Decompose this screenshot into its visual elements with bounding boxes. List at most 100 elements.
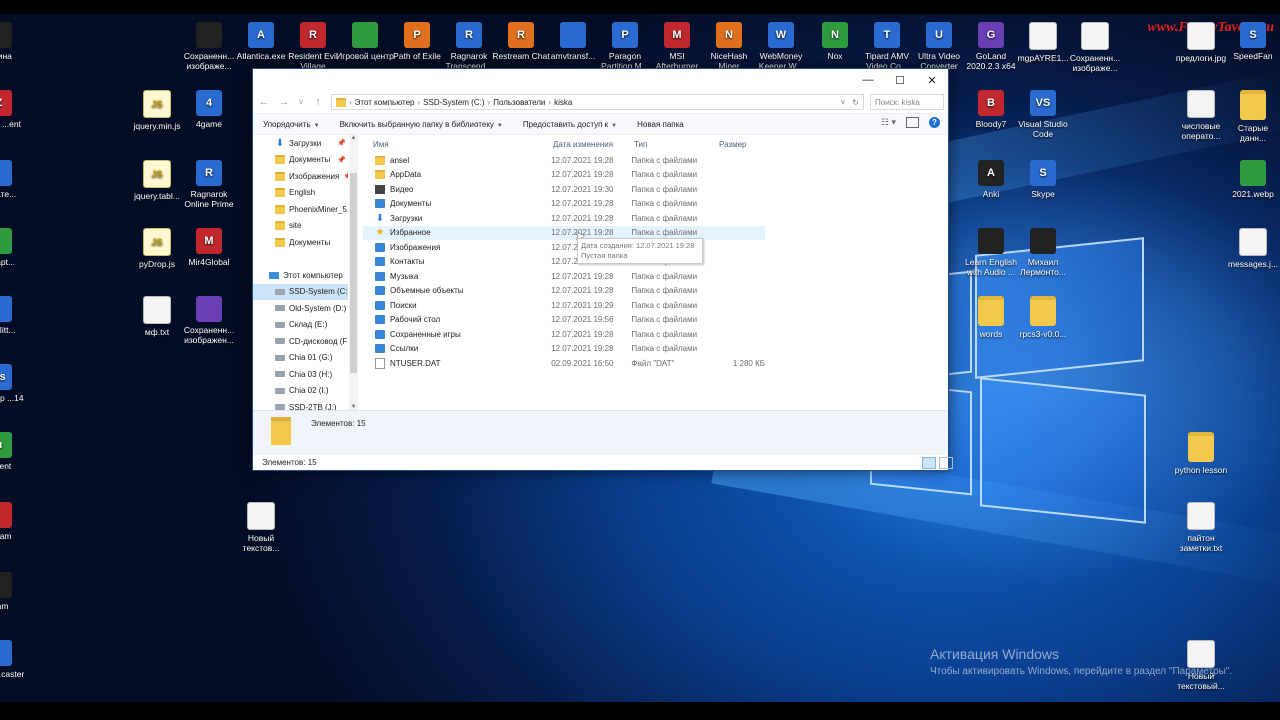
include-library-menu[interactable]: Включить выбранную папку в библиотеку ▼ <box>340 120 503 129</box>
desktop-icon[interactable]: ...plit ...caster <box>0 640 28 679</box>
file-row[interactable]: ★ Избранное 12.07.2021 19:28 Папка с файлам… <box>363 225 765 240</box>
column-name[interactable]: Имя <box>363 140 553 149</box>
desktop-icon[interactable]: M MSI Afterburner <box>648 22 706 71</box>
desktop-icon[interactable]: R Restream Chat <box>492 22 550 61</box>
title-bar[interactable]: — ☐ ✕ <box>253 69 948 91</box>
large-icons-view-icon[interactable] <box>939 457 953 469</box>
nav-item[interactable]: Old-System (D:) <box>253 300 348 317</box>
desktop-icon[interactable]: G GoLand 2020.2.3 x64 <box>962 22 1020 71</box>
file-row[interactable]: Ссылки 12.07.2021 19:28 Папка с файлами <box>363 342 765 357</box>
desktop-icon[interactable]: Игровой центр <box>336 22 394 61</box>
desktop-icon[interactable]: S Skype <box>1014 160 1072 199</box>
desktop-icon[interactable]: python lesson <box>1172 432 1230 475</box>
desktop-icon[interactable]: B Bloody7 <box>962 90 1020 129</box>
desktop-icon[interactable]: JS jquery.tabl... <box>128 160 186 201</box>
file-explorer-window[interactable]: — ☐ ✕ ← → ˅ ↑ › Этот компьютер › SSD-Sys… <box>252 68 953 471</box>
desktop-icon[interactable]: ...Мате... <box>0 160 28 199</box>
desktop-icon[interactable]: messages.j... <box>1224 228 1280 269</box>
organize-menu[interactable]: Упорядочить ▼ <box>263 120 320 129</box>
file-row[interactable]: Рабочий стол 12.07.2021 19:56 Папка с файл… <box>363 313 765 328</box>
column-date[interactable]: Дата изменения <box>553 140 634 149</box>
refresh-icon[interactable]: ↻ <box>852 98 859 107</box>
file-row[interactable]: Музыка 12.07.2021 19:28 Папка с файлами <box>363 269 765 284</box>
change-view-icon[interactable]: ☷ ▾ <box>881 117 896 128</box>
nav-scrollbar[interactable]: ▲ ▼ <box>349 135 358 410</box>
breadcrumb-item[interactable]: SSD-System (C:) <box>423 98 484 107</box>
nav-item[interactable]: Этот компьютер <box>253 267 348 284</box>
desktop-icon[interactable]: числовые операто... <box>1172 90 1230 141</box>
desktop-icon[interactable]: T Tipard AMV Video Co... <box>858 22 916 71</box>
desktop-icon[interactable]: A Atlantica.exe <box>232 22 290 61</box>
desktop-icon[interactable]: ...am <box>0 572 28 611</box>
desktop-icon[interactable]: N Nox <box>806 22 864 61</box>
file-row[interactable]: ansel 12.07.2021 19:28 Папка с файлами <box>363 153 765 168</box>
nav-item[interactable]: English <box>253 185 348 202</box>
desktop-icon[interactable]: P Paragon Partition M... <box>596 22 654 71</box>
file-row[interactable]: AppData 12.07.2021 19:28 Папка с файлами <box>363 168 765 183</box>
nav-item[interactable]: Документы <box>253 234 348 251</box>
desktop-icon[interactable]: amvtransf... <box>544 22 602 61</box>
desktop-icon[interactable]: Learn English with Audio ... <box>962 228 1020 277</box>
nav-item[interactable]: Chia 03 (H:) <box>253 366 348 383</box>
file-row[interactable]: ⬇ Загрузки 12.07.2021 19:28 Папка с файлами <box>363 211 765 226</box>
desktop-icon[interactable]: W WebMoney Keeper W... <box>752 22 810 71</box>
desktop-icon[interactable]: Ps ...oshop ...14 <box>0 364 28 403</box>
nav-item[interactable]: site <box>253 218 348 235</box>
search-input[interactable]: Поиск: kiska <box>870 94 944 110</box>
file-row[interactable]: Сохраненные игры 12.07.2021 19:28 Папка с … <box>363 327 765 342</box>
desktop-icon[interactable]: Сохраненн... изображе... <box>180 22 238 71</box>
file-row[interactable]: Объемные объекты 12.07.2021 19:28 Папка с … <box>363 284 765 299</box>
file-row[interactable]: Документы 12.07.2021 19:28 Папка с файлами <box>363 197 765 212</box>
close-button[interactable]: ✕ <box>916 69 948 91</box>
desktop-icon[interactable]: U Ultra Video Converter <box>910 22 968 71</box>
details-view-icon[interactable] <box>922 457 936 469</box>
file-row[interactable]: Изображения12.07.2021 19:28Папка с файла… <box>363 240 765 255</box>
nav-item[interactable]: ⬇ Загрузки 📌 <box>253 135 348 152</box>
desktop-icon[interactable]: P Path of Exile <box>388 22 446 61</box>
desktop-icon[interactable]: A Anki <box>962 160 1020 199</box>
nav-item[interactable]: PhoenixMiner_5. <box>253 201 348 218</box>
back-arrow-icon[interactable]: ← <box>257 96 271 108</box>
desktop-icon[interactable]: Сохраненн... изображе... <box>1066 22 1124 73</box>
desktop-icon[interactable]: M Mir4Global <box>180 228 238 267</box>
desktop-icon[interactable]: R Ragnarok Online Prime <box>180 160 238 209</box>
desktop-icon[interactable]: JS jquery.min.js <box>128 90 186 131</box>
desktop-icon[interactable]: ...Capt... <box>0 228 28 267</box>
desktop-icon[interactable]: VS Visual Studio Code <box>1014 90 1072 139</box>
column-size[interactable]: Размер <box>719 140 769 149</box>
desktop-icon[interactable]: Сохраненн... изображен... <box>180 296 238 345</box>
chevron-down-icon[interactable]: ˅ <box>841 98 846 107</box>
breadcrumb-item[interactable]: Этот компьютер <box>355 98 415 107</box>
help-icon[interactable]: ? <box>929 117 940 128</box>
desktop-icon[interactable]: rpcs3-v0.0... <box>1014 296 1072 339</box>
column-type[interactable]: Тип <box>634 140 719 149</box>
scrollbar-thumb[interactable] <box>350 173 357 373</box>
desktop-icon[interactable]: Z ...Zilla ...ent <box>0 90 28 129</box>
preview-pane-icon[interactable] <box>906 117 919 128</box>
desktop-icon[interactable]: предлоги.jpg <box>1172 22 1230 63</box>
desktop-icon[interactable]: ...вина <box>0 22 28 61</box>
desktop-icon[interactable]: мф.txt <box>128 296 186 337</box>
recent-locations-icon[interactable]: ˅ <box>297 97 305 107</box>
nav-item[interactable]: Chia 01 (G:) <box>253 350 348 367</box>
desktop-icon[interactable]: R Resident Evil Village <box>284 22 342 71</box>
desktop-icon[interactable]: mgpAYRE1... <box>1014 22 1072 63</box>
desktop-icon[interactable]: 4 4game <box>180 90 238 129</box>
desktop-icon[interactable]: ...icam <box>0 502 28 541</box>
up-arrow-icon[interactable]: ↑ <box>311 96 325 108</box>
desktop-icon[interactable]: Старые данн... <box>1224 90 1280 143</box>
forward-arrow-icon[interactable]: → <box>277 96 291 108</box>
breadcrumb-item[interactable]: kiska <box>554 98 572 107</box>
desktop-icon[interactable]: R Ragnarok Transcend... <box>440 22 498 71</box>
desktop-icon[interactable]: N NiceHash Miner <box>700 22 758 71</box>
file-row[interactable]: Видео 12.07.2021 19:30 Папка с файлами <box>363 182 765 197</box>
file-row[interactable]: Поиски 12.07.2021 19:29 Папка с файлами <box>363 298 765 313</box>
new-folder-button[interactable]: Новая папка <box>637 120 684 129</box>
desktop-icon[interactable]: JS pyDrop.js <box>128 228 186 269</box>
desktop-icon[interactable]: 2021.webp <box>1224 160 1280 199</box>
nav-item[interactable]: Изображения 📌 <box>253 168 348 185</box>
desktop-icon[interactable]: Новый текстов... <box>232 502 290 553</box>
desktop-icon[interactable]: S SpeedFan <box>1224 22 1280 61</box>
nav-item[interactable]: Документы 📌 <box>253 152 348 169</box>
scroll-up-icon[interactable]: ▲ <box>349 135 358 141</box>
